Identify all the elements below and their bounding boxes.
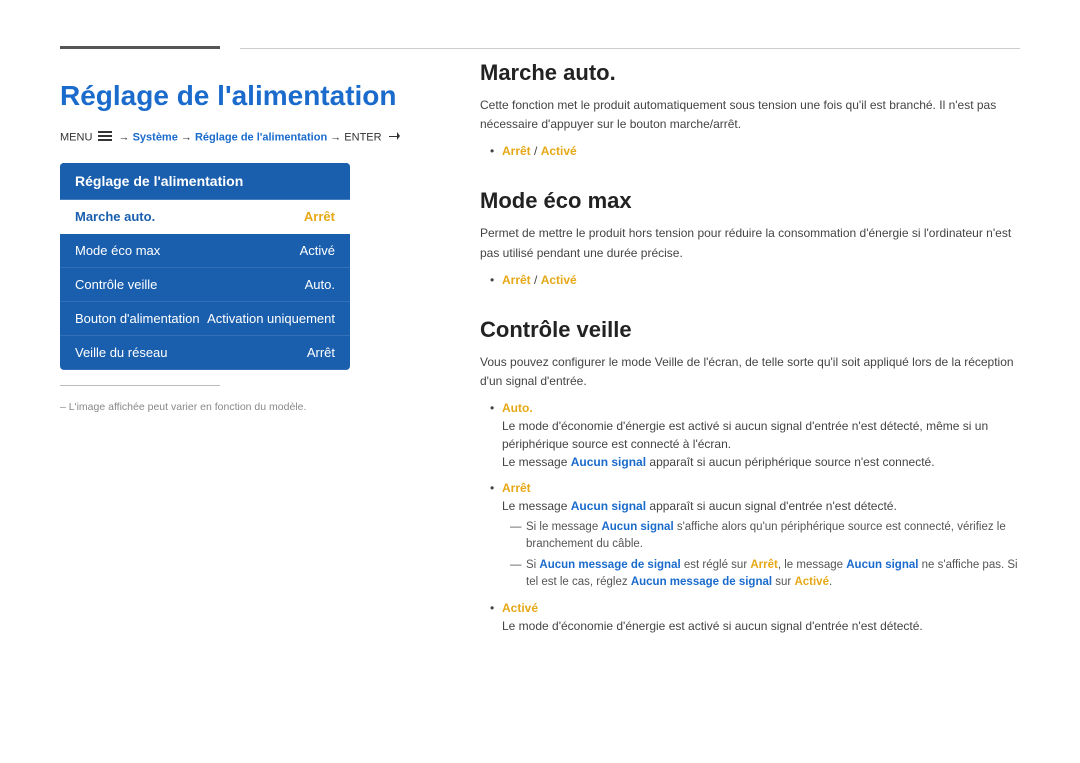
separator-1: /	[534, 144, 541, 158]
menu-item-value-controle-veille: Auto.	[305, 277, 335, 292]
aucun-message-signal-2: Aucun message de signal	[631, 576, 772, 588]
aucun-message-signal-1: Aucun message de signal	[539, 559, 680, 571]
menu-item-value-marche-auto: Arrêt	[304, 209, 335, 224]
menu-step-systeme: Système	[133, 131, 178, 143]
bullet-auto: Auto. Le mode d'économie d'énergie est a…	[490, 399, 1020, 471]
menu-item-veille-reseau[interactable]: Veille du réseau Arrêt	[60, 336, 350, 370]
menu-box: Réglage de l'alimentation Marche auto. A…	[60, 163, 350, 370]
enter-icon	[387, 130, 401, 145]
menu-item-mode-eco[interactable]: Mode éco max Activé	[60, 234, 350, 268]
arret-sub-item-1: Si le message Aucun signal s'affiche alo…	[510, 519, 1020, 554]
section-desc-marche-auto: Cette fonction met le produit automatiqu…	[480, 96, 1020, 134]
right-panel: Marche auto. Cette fonction met le produ…	[480, 60, 1020, 663]
section-desc-controle-veille: Vous pouvez configurer le mode Veille de…	[480, 353, 1020, 391]
menu-arrow1: →	[119, 131, 133, 143]
top-bar-left-line	[60, 46, 220, 49]
menu-item-value-veille-reseau: Arrêt	[307, 345, 335, 360]
menu-item-label-bouton: Bouton d'alimentation	[75, 311, 200, 326]
top-bar-right-line	[240, 48, 1020, 49]
left-panel: Réglage de l'alimentation MENU → Système…	[60, 60, 440, 413]
auto-label: Auto.	[502, 401, 533, 415]
footnote: – L'image affichée peut varier en foncti…	[60, 401, 440, 413]
bullet-arret-active-1: Arrêt / Activé	[490, 142, 1020, 160]
auto-desc: Le mode d'économie d'énergie est activé …	[502, 419, 988, 451]
menu-item-label-veille-reseau: Veille du réseau	[75, 345, 168, 360]
menu-arrow3: →	[330, 131, 344, 143]
menu-icon	[98, 131, 112, 144]
page-title: Réglage de l'alimentation	[60, 80, 440, 112]
section-bullets-mode-eco: Arrêt / Activé	[480, 271, 1020, 289]
auto-secondary: Le message Aucun signal apparaît si aucu…	[502, 455, 935, 469]
footnote-divider	[60, 385, 220, 386]
aucun-signal-4: Aucun signal	[846, 559, 918, 571]
menu-item-label-controle-veille: Contrôle veille	[75, 277, 157, 292]
arret-sub-item-2: Si Aucun message de signal est réglé sur…	[510, 557, 1020, 592]
bullet-active: Activé Le mode d'économie d'énergie est …	[490, 599, 1020, 635]
menu-item-bouton[interactable]: Bouton d'alimentation Activation uniquem…	[60, 302, 350, 336]
active-label: Activé	[502, 601, 538, 615]
arret-desc: Le message Aucun signal apparaît si aucu…	[502, 499, 897, 513]
bullet-arret-active-2: Arrêt / Activé	[490, 271, 1020, 289]
arret-label: Arrêt	[502, 481, 531, 495]
menu-item-label-mode-eco: Mode éco max	[75, 243, 160, 258]
separator-2: /	[534, 273, 541, 287]
section-title-controle-veille: Contrôle veille	[480, 317, 1020, 343]
section-marche-auto: Marche auto. Cette fonction met le produ…	[480, 60, 1020, 160]
section-title-mode-eco: Mode éco max	[480, 188, 1020, 214]
aucun-signal-1: Aucun signal	[571, 455, 646, 469]
section-controle-veille: Contrôle veille Vous pouvez configurer l…	[480, 317, 1020, 635]
section-bullets-controle-veille: Auto. Le mode d'économie d'énergie est a…	[480, 399, 1020, 635]
menu-item-marche-auto[interactable]: Marche auto. Arrêt	[60, 200, 350, 234]
menu-item-label-marche-auto: Marche auto.	[75, 209, 155, 224]
menu-prefix: MENU	[60, 131, 92, 143]
menu-path: MENU → Système → Réglage de l'alimentati…	[60, 130, 440, 145]
menu-step-enter: ENTER	[344, 131, 381, 143]
aucun-signal-2: Aucun signal	[571, 499, 646, 513]
active-text-2: Activé	[541, 273, 577, 287]
bullet-arret: Arrêt Le message Aucun signal apparaît s…	[490, 479, 1020, 591]
arret-ref: Arrêt	[750, 559, 777, 571]
menu-item-value-bouton: Activation uniquement	[207, 311, 335, 326]
menu-step-reglage: Réglage de l'alimentation	[195, 131, 327, 143]
arret-text-2: Arrêt	[502, 273, 531, 287]
section-title-marche-auto: Marche auto.	[480, 60, 1020, 86]
section-mode-eco: Mode éco max Permet de mettre le produit…	[480, 188, 1020, 288]
menu-item-value-mode-eco: Activé	[300, 243, 335, 258]
menu-item-controle-veille[interactable]: Contrôle veille Auto.	[60, 268, 350, 302]
arret-sub-list: Si le message Aucun signal s'affiche alo…	[502, 519, 1020, 591]
active-desc: Le mode d'économie d'énergie est activé …	[502, 619, 923, 633]
active-text-1: Activé	[541, 144, 577, 158]
menu-box-title: Réglage de l'alimentation	[60, 163, 350, 200]
aucun-signal-3: Aucun signal	[601, 521, 673, 533]
section-desc-mode-eco: Permet de mettre le produit hors tension…	[480, 224, 1020, 262]
active-ref: Activé	[794, 576, 829, 588]
menu-arrow2: →	[181, 131, 195, 143]
section-bullets-marche-auto: Arrêt / Activé	[480, 142, 1020, 160]
arret-text-1: Arrêt	[502, 144, 531, 158]
